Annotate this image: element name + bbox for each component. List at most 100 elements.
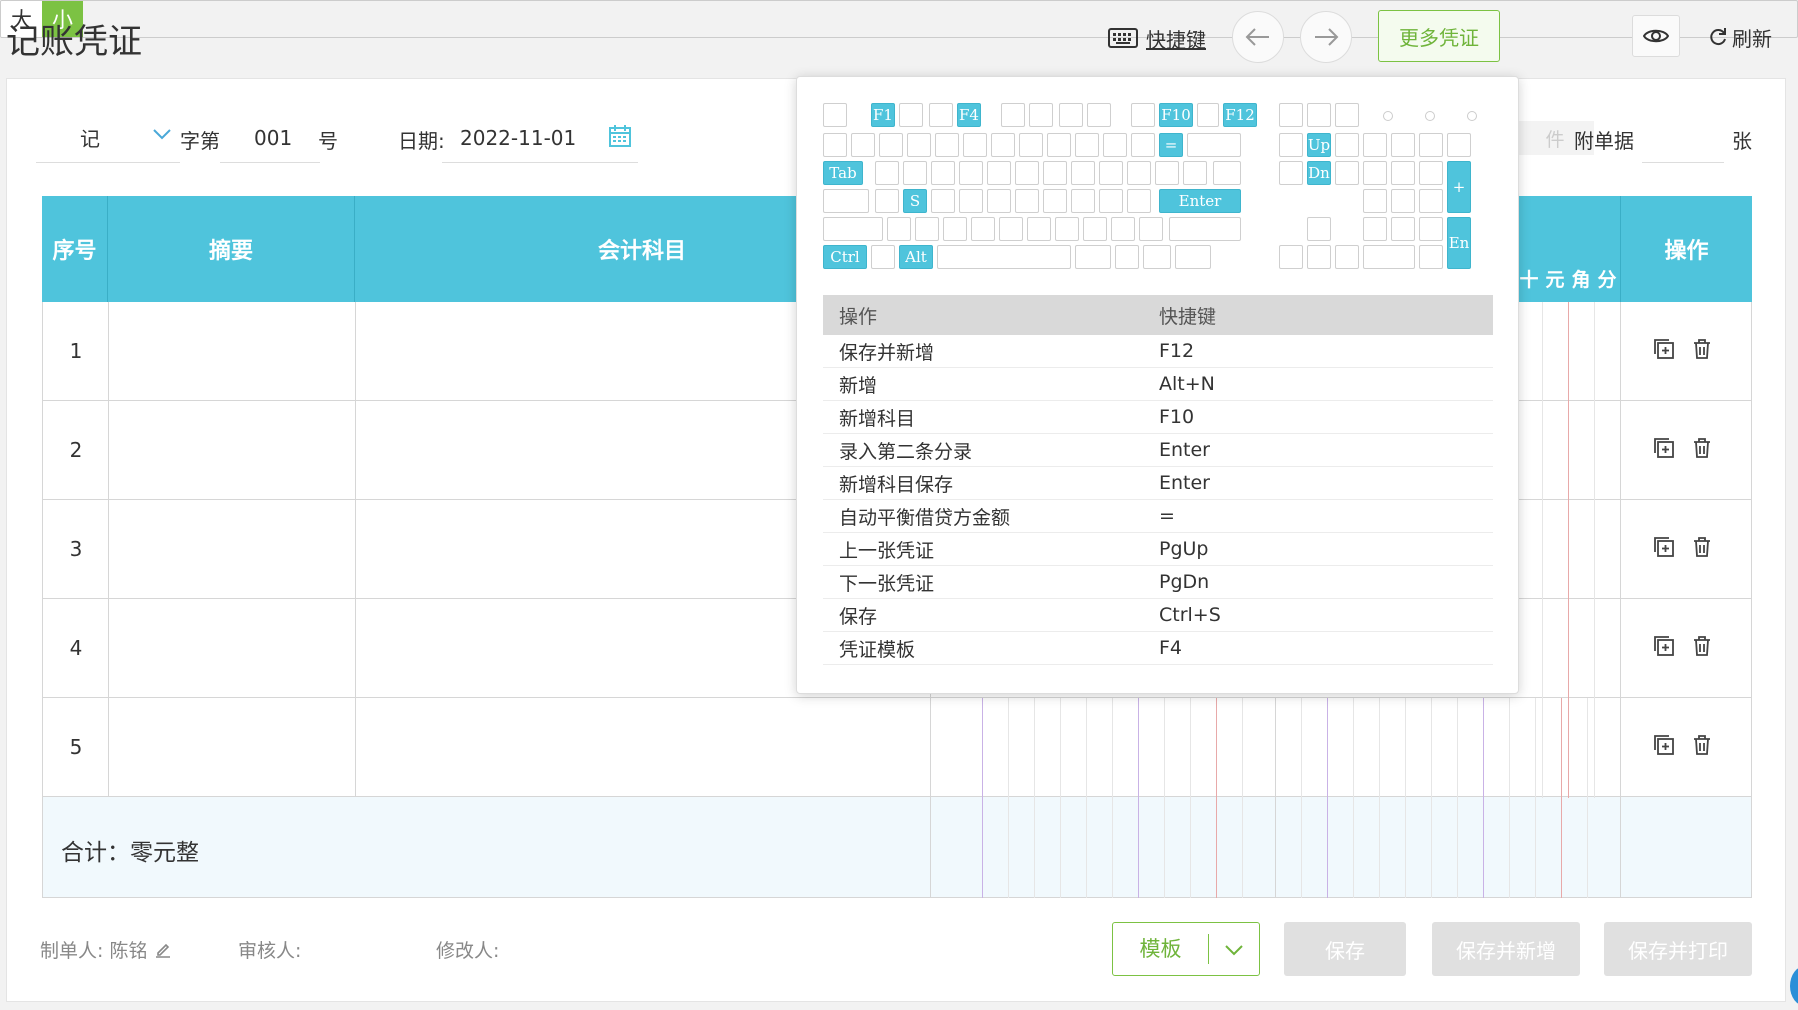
voucher-number-input[interactable]: 001 xyxy=(220,113,320,163)
hao-label: 号 xyxy=(318,129,338,153)
shortcut-action: 凭证模板 xyxy=(839,638,916,661)
save-and-new-button[interactable]: 保存并新增 xyxy=(1432,922,1580,976)
key-tab: Tab xyxy=(823,161,863,185)
key-page-up: Up xyxy=(1307,133,1331,157)
shortcut-key: F12 xyxy=(1159,340,1195,362)
reviewer-label: 审核人: xyxy=(238,940,302,962)
key xyxy=(1001,103,1025,127)
shortcut-action: 保存并新增 xyxy=(839,341,935,364)
unit-yuan: 元 xyxy=(1545,269,1565,291)
shortcut-label: 快捷键 xyxy=(1146,27,1206,52)
chevron-down-icon[interactable] xyxy=(152,125,172,146)
shortcut-row: 下一张凭证 PgDn xyxy=(823,566,1493,599)
header-seq: 序号 xyxy=(42,196,108,302)
key xyxy=(1307,103,1331,127)
delete-row-icon[interactable] xyxy=(1691,635,1713,657)
eye-icon xyxy=(1643,29,1669,43)
prev-voucher-button[interactable] xyxy=(1232,11,1284,63)
shortcut-action: 保存 xyxy=(839,605,878,628)
next-voucher-button[interactable] xyxy=(1300,11,1352,63)
copy-row-icon[interactable] xyxy=(1653,437,1675,459)
row-number: 2 xyxy=(69,438,83,462)
key-enter: Enter xyxy=(1159,189,1241,213)
save-and-print-button[interactable]: 保存并打印 xyxy=(1604,922,1752,976)
unit-jiao: 角 xyxy=(1571,269,1591,291)
template-button[interactable]: 模板 xyxy=(1112,922,1260,976)
shortcut-key: Enter xyxy=(1159,439,1210,461)
shortcut-key: PgDn xyxy=(1159,571,1210,593)
delete-row-icon[interactable] xyxy=(1691,338,1713,360)
chevron-down-icon[interactable] xyxy=(1209,937,1259,961)
calendar-icon[interactable] xyxy=(608,124,632,153)
key xyxy=(1087,103,1111,127)
key xyxy=(1335,103,1359,127)
shortcut-key: F10 xyxy=(1159,406,1195,428)
shortcut-popup: F1 F4 F10 F12 = Up Tab Dn + S Enter En C… xyxy=(796,76,1519,694)
key xyxy=(1059,103,1083,127)
shortcut-action: 新增科目 xyxy=(839,407,916,430)
shortcut-key: F4 xyxy=(1159,637,1183,659)
template-label: 模板 xyxy=(1113,934,1209,964)
total-label: 合计：零元整 xyxy=(61,840,199,866)
shortcut-action: 自动平衡借贷方金额 xyxy=(839,506,1011,529)
header-units: 十 元 角 分 xyxy=(1516,258,1620,302)
copy-row-icon[interactable] xyxy=(1653,734,1675,756)
arrow-left-icon xyxy=(1245,28,1269,46)
key xyxy=(899,103,923,127)
save-button[interactable]: 保存 xyxy=(1284,922,1406,976)
refresh-label: 刷新 xyxy=(1732,26,1772,51)
more-vouchers-button[interactable]: 更多凭证 xyxy=(1378,10,1500,62)
shortcut-action: 下一张凭证 xyxy=(839,572,935,595)
row-number: 5 xyxy=(69,735,83,759)
copy-row-icon[interactable] xyxy=(1653,338,1675,360)
shortcut-action: 新增科目保存 xyxy=(839,473,954,496)
row-number: 4 xyxy=(69,636,83,660)
unit-fen: 分 xyxy=(1597,269,1617,291)
shortcut-key: PgUp xyxy=(1159,538,1209,560)
refresh-button[interactable]: 刷新 xyxy=(1708,22,1772,52)
key xyxy=(1131,103,1155,127)
shortcut-link[interactable]: 快捷键 xyxy=(1108,22,1206,54)
key-equals: = xyxy=(1159,133,1183,157)
key xyxy=(823,103,847,127)
shortcut-key: Alt+N xyxy=(1159,373,1215,395)
floating-assistant-button[interactable] xyxy=(1790,966,1798,1006)
shortcut-row: 新增科目 F10 xyxy=(823,401,1493,434)
shortcut-row: 凭证模板 F4 xyxy=(823,632,1493,665)
key-numpad-enter: En xyxy=(1447,217,1471,269)
page-title: 记账凭证 xyxy=(6,22,142,62)
key-f4: F4 xyxy=(957,103,981,127)
key-page-down: Dn xyxy=(1307,161,1331,185)
voucher-number: 001 xyxy=(254,125,293,150)
shortcut-action: 上一张凭证 xyxy=(839,539,935,562)
shortcut-action: 录入第二条分录 xyxy=(839,440,973,463)
key-f12: F12 xyxy=(1223,103,1257,127)
refresh-icon xyxy=(1710,28,1726,46)
shortcut-key: Enter xyxy=(1159,472,1210,494)
copy-row-icon[interactable] xyxy=(1653,635,1675,657)
copy-row-icon[interactable] xyxy=(1653,536,1675,558)
shortcut-row: 新增 Alt+N xyxy=(823,368,1493,401)
zhang-label: 张 xyxy=(1732,129,1752,153)
attachment-label: 附单据 xyxy=(1574,129,1634,153)
delete-row-icon[interactable] xyxy=(1691,734,1713,756)
header-ops: 操作 xyxy=(1620,196,1752,302)
header-summary: 摘要 xyxy=(108,196,355,302)
size-toggle[interactable]: 大 小 xyxy=(0,0,1798,38)
maker-name: 陈铭 xyxy=(109,940,148,962)
edit-icon[interactable] xyxy=(154,941,172,959)
attachment-count-input[interactable] xyxy=(1642,113,1724,163)
key xyxy=(1197,103,1219,127)
shortcut-row: 新增科目保存 Enter xyxy=(823,467,1493,500)
keyboard-icon xyxy=(1108,28,1138,48)
preview-button[interactable] xyxy=(1632,15,1680,57)
delete-row-icon[interactable] xyxy=(1691,437,1713,459)
date-label: 日期: xyxy=(398,129,445,153)
shortcut-row: 保存 Ctrl+S xyxy=(823,599,1493,632)
date-value: 2022-11-01 xyxy=(460,125,577,150)
delete-row-icon[interactable] xyxy=(1691,536,1713,558)
shortcut-row: 自动平衡借贷方金额 = xyxy=(823,500,1493,533)
maker-info: 制单人: 陈铭 xyxy=(40,936,172,963)
key-s: S xyxy=(903,189,927,213)
key-ctrl: Ctrl xyxy=(823,245,867,269)
